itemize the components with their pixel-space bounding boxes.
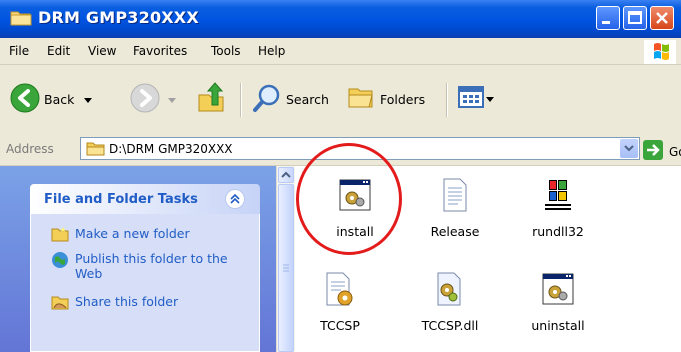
- file-name: TCCSP: [320, 318, 360, 333]
- chevron-down-icon[interactable]: [486, 92, 494, 106]
- explorer-window: DRM GMP320XXX File Edit View Favorites T…: [0, 0, 681, 352]
- back-label: Back: [44, 92, 75, 107]
- file-name: Release: [430, 224, 480, 239]
- setup-program-icon: [542, 272, 574, 308]
- chevron-down-icon[interactable]: [168, 93, 176, 107]
- task-link-label: Make a new folder: [75, 226, 190, 241]
- folder-icon: [10, 9, 32, 26]
- folders-label: Folders: [380, 92, 426, 107]
- title-bar[interactable]: DRM GMP320XXX: [0, 0, 681, 38]
- toolbar-separator: [446, 83, 448, 117]
- dll-file-icon: [434, 272, 466, 308]
- file-list: install Release rundll32 TCCSP TCCSP.dll…: [295, 166, 681, 352]
- search-button[interactable]: Search: [252, 83, 329, 116]
- address-label: Address: [6, 142, 54, 156]
- share-folder-icon: [51, 294, 69, 313]
- file-name: TCCSP.dll: [421, 318, 479, 333]
- vertical-scrollbar[interactable]: [276, 166, 295, 352]
- task-panel-body: Make a new folder Publish this folder to…: [30, 214, 260, 352]
- publish-web-icon: [51, 251, 69, 272]
- up-folder-icon: [196, 81, 226, 116]
- address-input[interactable]: D:\DRM GMP320XXX: [80, 137, 640, 160]
- file-item-release[interactable]: Release: [410, 178, 500, 239]
- views-icon: [458, 85, 484, 112]
- file-item-tccsp-dll[interactable]: TCCSP.dll: [405, 272, 495, 333]
- task-pane: File and Folder Tasks Make a new folder: [0, 166, 276, 352]
- address-bar: Address D:\DRM GMP320XXX Go: [0, 133, 681, 166]
- file-folder-tasks-panel: File and Folder Tasks Make a new folder: [30, 184, 260, 352]
- text-document-icon: [439, 178, 471, 214]
- menu-view[interactable]: View: [88, 44, 116, 58]
- file-item-tccsp[interactable]: TCCSP: [295, 272, 385, 333]
- menu-bar: File Edit View Favorites Tools Help: [0, 38, 681, 65]
- menu-file[interactable]: File: [9, 44, 29, 58]
- go-label: Go: [669, 144, 681, 159]
- folders-button[interactable]: Folders: [346, 83, 425, 116]
- publish-folder-link[interactable]: Publish this folder to the Web: [51, 251, 245, 281]
- back-button[interactable]: Back: [10, 83, 93, 116]
- config-document-icon: [324, 272, 356, 308]
- file-name: uninstall: [531, 318, 585, 333]
- maximize-button[interactable]: [623, 6, 647, 30]
- menu-tools[interactable]: Tools: [211, 44, 241, 58]
- file-item-install[interactable]: install: [310, 178, 400, 239]
- go-button[interactable]: Go: [643, 140, 681, 163]
- toolbar: Back Search Folders: [0, 65, 681, 134]
- windows-logo-icon: [542, 178, 574, 214]
- toolbar-separator: [240, 83, 242, 117]
- back-arrow-icon: [10, 83, 40, 116]
- file-item-uninstall[interactable]: uninstall: [513, 272, 603, 333]
- window-title: DRM GMP320XXX: [38, 8, 199, 27]
- forward-button[interactable]: [130, 83, 176, 116]
- scroll-thumb[interactable]: [278, 184, 294, 352]
- go-arrow-icon: [643, 140, 663, 163]
- forward-arrow-icon: [130, 83, 160, 116]
- folder-icon: [86, 140, 106, 159]
- file-name: rundll32: [532, 224, 584, 239]
- views-button[interactable]: [458, 85, 494, 112]
- new-folder-icon: [51, 226, 69, 245]
- file-name: install: [336, 224, 374, 239]
- make-new-folder-link[interactable]: Make a new folder: [51, 226, 190, 245]
- menu-edit[interactable]: Edit: [47, 44, 70, 58]
- windows-flag-icon: [644, 40, 676, 64]
- search-icon: [252, 83, 282, 116]
- search-label: Search: [286, 92, 329, 107]
- address-dropdown-button[interactable]: [620, 139, 638, 158]
- address-value: D:\DRM GMP320XXX: [109, 142, 233, 156]
- task-link-label: Publish this folder to the Web: [75, 251, 228, 281]
- up-folder-button[interactable]: [196, 81, 226, 116]
- share-folder-link[interactable]: Share this folder: [51, 294, 178, 313]
- collapse-button[interactable]: [225, 189, 245, 209]
- chevron-down-icon[interactable]: [84, 93, 93, 107]
- task-link-label: Share this folder: [75, 294, 179, 309]
- task-panel-title: File and Folder Tasks: [44, 192, 198, 207]
- close-button[interactable]: [650, 6, 674, 30]
- minimize-button[interactable]: [596, 6, 620, 30]
- task-panel-header[interactable]: File and Folder Tasks: [30, 184, 260, 214]
- menu-help[interactable]: Help: [258, 44, 285, 58]
- folders-icon: [346, 83, 376, 116]
- file-item-rundll32[interactable]: rundll32: [513, 178, 603, 239]
- menu-favorites[interactable]: Favorites: [133, 44, 187, 58]
- setup-program-icon: [339, 178, 371, 214]
- scroll-up-button[interactable]: [278, 167, 294, 183]
